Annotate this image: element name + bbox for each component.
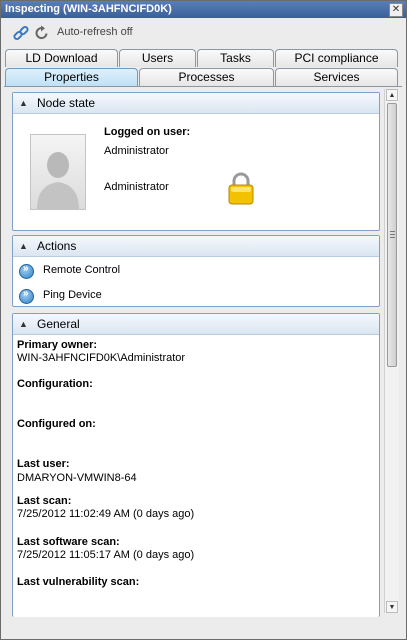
tab-services[interactable]: Services: [275, 68, 398, 86]
last-software-scan-value: 7/25/2012 11:05:17 AM (0 days ago): [17, 549, 195, 561]
thumb-grip: [390, 231, 395, 232]
last-scan-label: Last scan:: [17, 495, 72, 507]
logged-on-user-value: Administrator: [104, 145, 169, 157]
panel-title: Actions: [37, 239, 77, 253]
link-icon[interactable]: [13, 25, 29, 41]
user-display-name: Administrator: [104, 181, 169, 193]
close-button[interactable]: ✕: [389, 3, 403, 17]
node-state-header[interactable]: ▲ Node state: [13, 93, 379, 114]
ping-device-icon[interactable]: [19, 288, 34, 304]
action-ping-device[interactable]: Ping Device: [43, 289, 102, 301]
configuration-label: Configuration:: [17, 378, 93, 390]
panel-title: Node state: [37, 96, 96, 110]
primary-owner-value: WIN-3AHFNCIFD0K\Administrator: [17, 352, 186, 364]
scroll-up-icon[interactable]: ▲: [386, 89, 398, 101]
logged-on-user-label: Logged on user:: [104, 126, 191, 138]
panel-title: General: [37, 317, 80, 331]
thumb-grip: [390, 237, 395, 238]
auto-refresh-label[interactable]: Auto-refresh off: [57, 26, 133, 38]
inspector-window: Inspecting (WIN-3AHFNCIFD0K) ✕ Auto-refr…: [0, 0, 407, 640]
tab-users[interactable]: Users: [119, 49, 196, 67]
configured-on-label: Configured on:: [17, 418, 96, 430]
last-user-value: DMARYON-VMWIN8-64: [17, 472, 137, 484]
tab-tasks[interactable]: Tasks: [197, 49, 274, 67]
primary-owner-label: Primary owner:: [17, 339, 98, 351]
toolbar: Auto-refresh off: [1, 19, 406, 47]
tab-pci-compliance[interactable]: PCI compliance: [275, 49, 398, 67]
general-header[interactable]: ▲ General: [13, 314, 379, 335]
general-panel: ▲ General Primary owner: WIN-3AHFNCIFD0K…: [12, 313, 380, 617]
scroll-down-icon[interactable]: ▼: [386, 601, 398, 613]
refresh-icon[interactable]: [34, 25, 50, 41]
user-avatar-icon: [30, 134, 86, 210]
thumb-grip: [390, 234, 395, 235]
last-vulnerability-scan-label: Last vulnerability scan:: [17, 576, 140, 588]
scrollbar-thumb[interactable]: [387, 103, 397, 367]
node-state-panel: ▲ Node state Logged on user: Administrat…: [12, 92, 380, 231]
action-remote-control[interactable]: Remote Control: [43, 264, 120, 276]
title-bar: Inspecting (WIN-3AHFNCIFD0K) ✕: [1, 1, 406, 18]
lock-icon: [228, 172, 254, 205]
window-title: Inspecting (WIN-3AHFNCIFD0K): [5, 3, 172, 15]
collapse-caret-icon[interactable]: ▲: [19, 236, 28, 256]
remote-control-icon[interactable]: [19, 263, 34, 279]
tab-ld-download[interactable]: LD Download: [5, 49, 118, 67]
tab-properties[interactable]: Properties: [5, 68, 138, 86]
actions-header[interactable]: ▲ Actions: [13, 236, 379, 257]
last-scan-value: 7/25/2012 11:02:49 AM (0 days ago): [17, 508, 195, 520]
vertical-scrollbar[interactable]: ▲ ▼: [384, 89, 399, 613]
tab-processes[interactable]: Processes: [139, 68, 274, 86]
last-software-scan-label: Last software scan:: [17, 536, 120, 548]
last-user-label: Last user:: [17, 458, 70, 470]
actions-panel: ▲ Actions Remote Control Ping Device: [12, 235, 380, 307]
collapse-caret-icon[interactable]: ▲: [19, 314, 28, 334]
properties-content: ▲ Node state Logged on user: Administrat…: [7, 87, 382, 617]
collapse-caret-icon[interactable]: ▲: [19, 93, 28, 113]
